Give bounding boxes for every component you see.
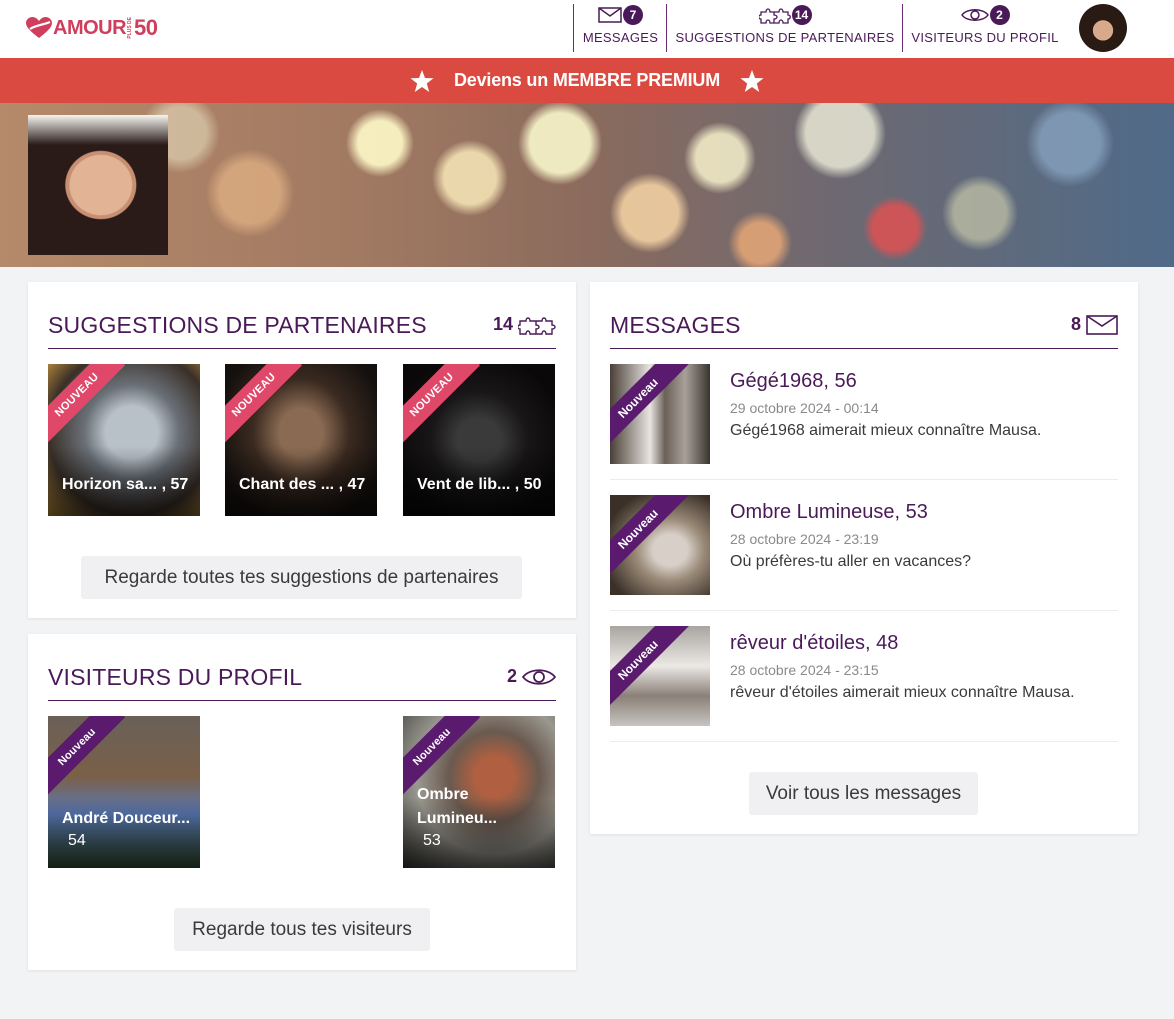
- new-ribbon: Nouveau: [610, 495, 689, 580]
- visitor-card[interactable]: Nouveau André Douceur... 54: [48, 716, 200, 868]
- logo-plus: PLUS DE: [127, 17, 134, 39]
- nav-messages-label: MESSAGES: [582, 30, 659, 45]
- visitor-name: André Douceur...: [62, 810, 191, 827]
- visitors-count[interactable]: 2: [507, 666, 556, 687]
- top-header: AMOUR PLUS DE 50 7 MESSAGES 14 SUGGESTIO…: [0, 0, 1174, 58]
- suggestion-name: Vent de lib... , 50: [417, 476, 542, 493]
- visitor-card[interactable]: Nouveau Ombre Lumineu... 53: [403, 716, 555, 868]
- divider: [610, 348, 1118, 349]
- message-preview: rêveur d'étoiles aimerait mieux connaîtr…: [730, 684, 1075, 701]
- logo-text: AMOUR: [53, 16, 127, 39]
- visitor-age: 53: [423, 832, 441, 849]
- suggestions-title: SUGGESTIONS DE PARTENAIRES: [48, 312, 427, 338]
- divider: [48, 700, 556, 701]
- see-all-messages-button[interactable]: Voir tous les messages: [749, 772, 978, 815]
- new-ribbon: Nouveau: [403, 716, 481, 796]
- message-item[interactable]: Nouveau Ombre Lumineuse, 53 28 octobre 2…: [610, 495, 1118, 611]
- nav-visitors-icon-group: 2: [960, 4, 1010, 26]
- nav-visitors-label: VISITEURS DU PROFIL: [911, 30, 1059, 45]
- site-logo[interactable]: AMOUR PLUS DE 50: [26, 13, 158, 43]
- message-preview: Où préfères-tu aller en vacances?: [730, 553, 972, 570]
- nav-suggestions[interactable]: 14 SUGGESTIONS DE PARTENAIRES: [666, 4, 903, 52]
- new-ribbon: NOUVEAU: [225, 364, 303, 444]
- puzzle-icon: [518, 316, 556, 335]
- message-item[interactable]: Nouveau Gégé1968, 56 29 octobre 2024 - 0…: [610, 364, 1118, 480]
- visitor-name-line2: Lumineu...: [417, 810, 497, 827]
- message-thumb: Nouveau: [610, 495, 710, 595]
- premium-banner[interactable]: Deviens un MEMBRE PREMIUM: [0, 58, 1174, 103]
- visitor-name-line1: Ombre: [417, 786, 469, 803]
- visitor-age: 54: [68, 832, 86, 849]
- messages-count[interactable]: 8: [1071, 314, 1118, 335]
- message-item[interactable]: Nouveau rêveur d'étoiles, 48 28 octobre …: [610, 626, 1118, 742]
- suggestions-count-value: 14: [492, 314, 513, 334]
- new-ribbon: NOUVEAU: [403, 364, 481, 444]
- eye-icon: [960, 9, 989, 21]
- premium-label: Deviens un MEMBRE PREMIUM: [453, 70, 721, 90]
- visitors-badge: 2: [989, 5, 1010, 25]
- star-icon: [410, 69, 434, 92]
- suggestion-card[interactable]: NOUVEAU Vent de lib... , 50: [403, 364, 555, 516]
- visitors-count-value: 2: [506, 666, 517, 686]
- envelope-icon: [598, 7, 622, 23]
- new-ribbon: NOUVEAU: [48, 364, 126, 444]
- messages-count-value: 8: [1070, 314, 1081, 334]
- heart-logo-icon: [26, 17, 52, 38]
- nav-messages-icon-group: 7: [598, 4, 643, 26]
- visitors-card: VISITEURS DU PROFIL 2 Nouveau André Douc…: [28, 634, 576, 970]
- message-thumb: Nouveau: [610, 626, 710, 726]
- visitors-title: VISITEURS DU PROFIL: [48, 664, 303, 690]
- message-date: 28 octobre 2024 - 23:15: [730, 662, 879, 678]
- new-ribbon: Nouveau: [610, 626, 689, 711]
- suggestions-count[interactable]: 14: [493, 314, 556, 335]
- suggestions-badge: 14: [791, 5, 812, 25]
- nav-visitors[interactable]: 2 VISITEURS DU PROFIL: [902, 4, 1067, 52]
- see-all-visitors-button[interactable]: Regarde tous tes visiteurs: [174, 908, 430, 951]
- see-all-suggestions-button[interactable]: Regarde toutes tes suggestions de parten…: [81, 556, 522, 599]
- message-sender: Gégé1968, 56: [730, 370, 857, 392]
- new-ribbon: Nouveau: [610, 364, 689, 449]
- star-icon: [740, 69, 764, 92]
- user-avatar[interactable]: [1079, 4, 1127, 52]
- nav-suggestions-icon-group: 14: [758, 4, 812, 26]
- envelope-icon: [1086, 314, 1118, 335]
- suggestion-card[interactable]: NOUVEAU Chant des ... , 47: [225, 364, 377, 516]
- puzzle-icon: [758, 8, 791, 24]
- message-date: 29 octobre 2024 - 00:14: [730, 400, 879, 416]
- eye-icon: [522, 668, 556, 685]
- profile-photo[interactable]: [28, 115, 168, 255]
- suggestion-name: Horizon sa... , 57: [62, 476, 189, 493]
- message-sender: rêveur d'étoiles, 48: [730, 632, 899, 654]
- message-preview: Gégé1968 aimerait mieux connaître Mausa.: [730, 422, 1042, 439]
- nav-suggestions-label: SUGGESTIONS DE PARTENAIRES: [675, 30, 895, 45]
- logo-number: 50: [134, 15, 158, 40]
- message-sender: Ombre Lumineuse, 53: [730, 501, 928, 523]
- messages-title: MESSAGES: [610, 312, 741, 338]
- nav-messages[interactable]: 7 MESSAGES: [573, 4, 667, 52]
- message-thumb: Nouveau: [610, 364, 710, 464]
- suggestion-name: Chant des ... , 47: [239, 476, 366, 493]
- message-date: 28 octobre 2024 - 23:19: [730, 531, 879, 547]
- new-ribbon: Nouveau: [48, 716, 126, 796]
- messages-card: MESSAGES 8 Nouveau Gégé1968, 56 29 octob…: [590, 282, 1138, 834]
- suggestion-card[interactable]: NOUVEAU Horizon sa... , 57: [48, 364, 200, 516]
- cover-banner: [0, 103, 1174, 267]
- suggestions-card: SUGGESTIONS DE PARTENAIRES 14 NOUVEAU Ho…: [28, 282, 576, 618]
- divider: [48, 348, 556, 349]
- messages-badge: 7: [623, 5, 643, 25]
